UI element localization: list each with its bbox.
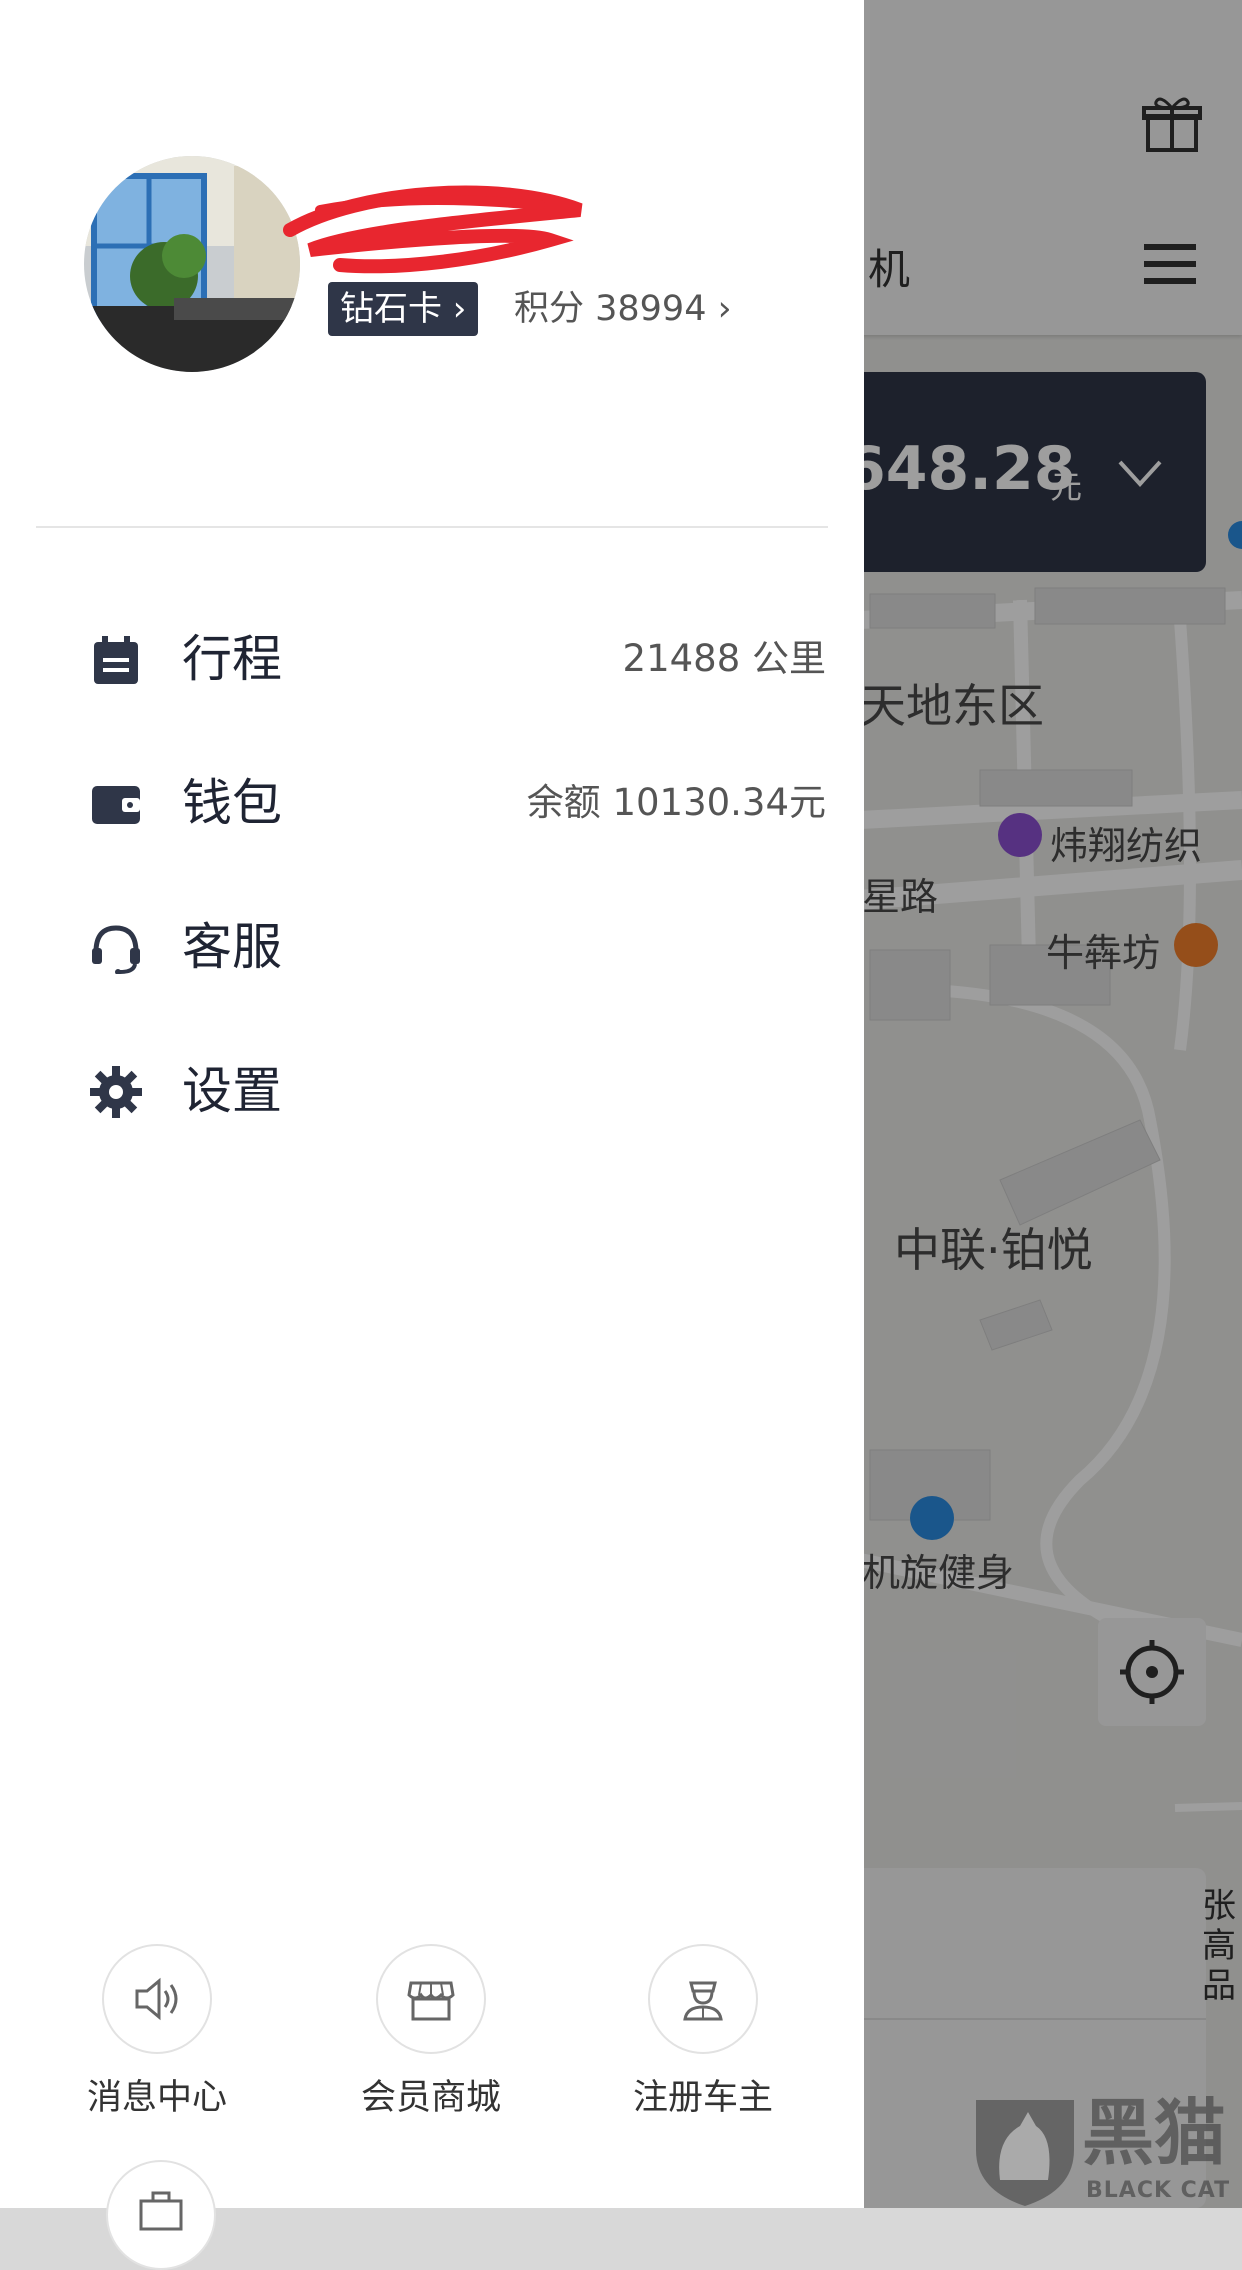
divider: [36, 526, 828, 528]
calendar-icon: [94, 636, 138, 684]
points[interactable]: 积分 38994 ›: [514, 284, 732, 334]
menu-item-label: 客服: [182, 918, 282, 976]
quick-action-circle: [376, 1944, 486, 2054]
menu-item-wallet[interactable]: 钱包 余额 10130.34元: [0, 748, 864, 858]
menu-item-support[interactable]: 客服: [0, 892, 864, 1002]
quick-action-label: 注册车主: [632, 2078, 773, 2118]
quick-action-circle: [648, 1944, 758, 2054]
chevron-right-icon: ›: [442, 289, 467, 329]
chevron-right-icon: ›: [706, 289, 732, 329]
wallet-balance: 余额 10130.34元: [526, 781, 826, 824]
wallet-icon: [92, 786, 140, 824]
avatar-photo: [84, 156, 300, 372]
store-icon: [407, 1981, 455, 2021]
avatar[interactable]: [84, 156, 300, 372]
watermark-chinese: 黑猫: [1082, 2091, 1227, 2175]
headset-icon: [92, 925, 140, 974]
watermark-logo: 黑猫 BLACK CAT: [970, 2090, 1242, 2208]
side-drawer: 钻石卡 › 积分 38994 › 行程 21488 公里 钱包 余额 10130…: [0, 0, 864, 2270]
quick-action-label: 会员商城: [360, 2078, 501, 2118]
menu-item-settings[interactable]: 设置: [0, 1036, 864, 1146]
quick-action-more[interactable]: [106, 2160, 216, 2270]
quick-action-circle: [102, 1944, 212, 2054]
redacted-username: [283, 185, 583, 274]
membership-badge-label: 钻石卡: [340, 289, 442, 329]
driver-icon: [683, 1981, 723, 2021]
menu-item-label: 行程: [182, 630, 282, 688]
quick-action-messages[interactable]: 消息中心: [42, 1944, 272, 2120]
menu-item-trips[interactable]: 行程 21488 公里: [0, 604, 864, 714]
briefcase-icon: [139, 2191, 183, 2231]
cat-shield-icon: [976, 2100, 1074, 2206]
trip-distance: 21488 公里: [622, 637, 826, 680]
speaker-icon: [135, 1977, 178, 2021]
menu-item-label: 设置: [182, 1062, 282, 1120]
points-label: 积分 38994: [514, 289, 707, 329]
watermark-english: BLACK CAT: [1086, 2178, 1231, 2203]
quick-action-member-store[interactable]: 会员商城: [316, 1944, 546, 2120]
menu-item-label: 钱包: [182, 774, 282, 832]
membership-badge[interactable]: 钻石卡 ›: [328, 282, 479, 336]
gear-icon: [90, 1066, 142, 1118]
quick-action-register-driver[interactable]: 注册车主: [588, 1944, 818, 2120]
quick-action-label: 消息中心: [86, 2078, 227, 2118]
